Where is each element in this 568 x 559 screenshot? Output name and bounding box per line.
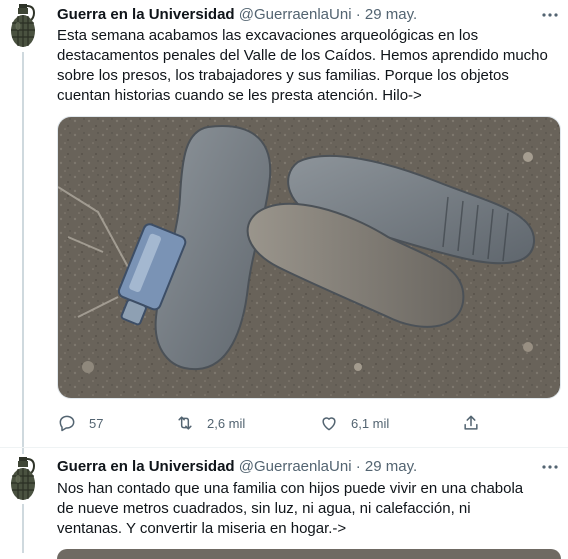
tweet-header: Guerra en la Universidad @GuerraenlaUni … [57,5,558,25]
thread-line [22,448,24,454]
grenade-icon[interactable] [6,3,40,49]
reply-button[interactable]: 57 [57,410,103,436]
timestamp[interactable]: 29 may. [365,458,417,475]
more-horizontal-icon[interactable] [540,7,560,23]
excavation-photo [58,117,560,398]
tweet-actions: 57 2,6 mil 6,1 mil [57,410,517,436]
retweet-count: 2,6 mil [207,415,246,431]
separator: · [355,6,361,23]
display-name[interactable]: Guerra en la Universidad [57,6,235,23]
tweet-photo[interactable] [57,116,561,399]
share-button[interactable] [461,410,481,436]
grenade-icon[interactable] [6,456,40,502]
tweet-photo[interactable] [57,549,561,559]
tweet-text: Nos han contado que una familia con hijo… [57,480,524,537]
like-button[interactable]: 6,1 mil [319,410,389,436]
tweet[interactable]: Guerra en la Universidad @GuerraenlaUni … [0,0,568,448]
retweet-icon [178,416,192,430]
user-handle[interactable]: @GuerraenlaUni [239,6,352,23]
like-count: 6,1 mil [351,415,390,431]
heart-icon [322,417,336,431]
share-icon [464,415,478,430]
tweet-text: Esta semana acabamos las excavaciones ar… [57,27,548,104]
retweet-button[interactable]: 2,6 mil [175,410,245,436]
timestamp[interactable]: 29 may. [365,6,417,23]
reply-icon [59,415,75,432]
user-handle[interactable]: @GuerraenlaUni [239,458,352,475]
tweet[interactable]: Guerra en la Universidad @GuerraenlaUni … [0,448,568,559]
reply-count: 57 [89,415,104,431]
thread-line [22,504,24,553]
separator: · [355,458,361,475]
display-name[interactable]: Guerra en la Universidad [57,458,235,475]
thread-line [22,52,24,447]
tweet-header: Guerra en la Universidad @GuerraenlaUni … [57,457,558,477]
more-horizontal-icon[interactable] [540,459,560,475]
